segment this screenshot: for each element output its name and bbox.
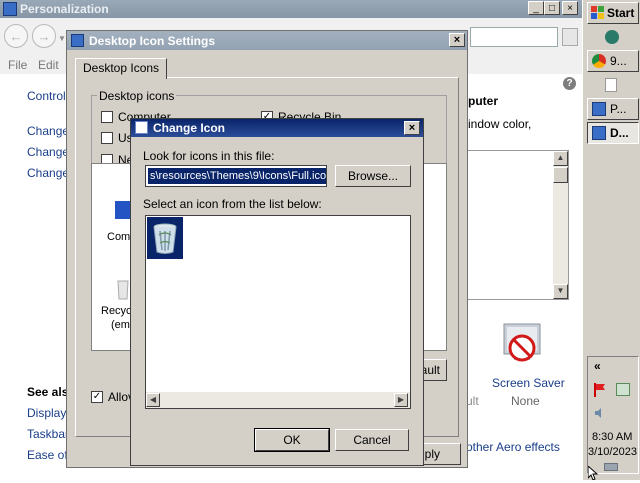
mouse-cursor-icon [587,464,600,481]
ok-button[interactable]: OK [254,428,330,452]
recycle-bin-icon [151,221,179,255]
clock-date[interactable]: 3/10/2023 [588,446,637,458]
window-app-icon [3,2,17,16]
theme-list-scrollbar[interactable]: ▲ ▼ [553,151,568,299]
change-icon-dialog: Change Icon × Look for icons in this fil… [130,118,424,466]
cancel-button[interactable]: Cancel [335,429,409,451]
icon-file-path-input[interactable]: s\resources\Themes\9\Icons\Full.ico [145,165,327,187]
scroll-left-icon[interactable]: ◀ [146,393,160,407]
taskbar-button-browser-label: 9... [610,54,627,68]
icon-list-hscrollbar[interactable]: ◀ ▶ [146,392,410,408]
start-button[interactable]: Start [587,2,639,24]
quick-launch-page-icon[interactable] [605,78,617,92]
personalization-titlebar: Personalization _ □ × [0,0,582,18]
taskbar-button-desktop-icons-label: D... [610,126,629,140]
desktop-icon-settings-titlebar: Desktop Icon Settings × [67,31,467,50]
desktop-icon-settings-title: Desktop Icon Settings [89,34,216,48]
taskbar-button-personalization[interactable]: P... [587,98,639,120]
taskbar-button-browser[interactable]: 9... [587,50,639,72]
scroll-right-icon[interactable]: ▶ [394,393,408,407]
change-icon-titlebar: Change Icon × [131,119,423,137]
minimize-button[interactable]: _ [528,1,544,15]
see-also-heading: See als [27,385,69,399]
help-icon[interactable]: ? [563,77,576,90]
action-center-flag-icon[interactable] [594,383,606,397]
change-icon-app-icon [135,121,148,134]
screen-saver-value: None [511,394,540,408]
menu-edit[interactable]: Edit [38,58,59,72]
close-button[interactable]: × [562,1,578,15]
scroll-up-icon[interactable]: ▲ [553,151,568,166]
personalization-title: Personalization [20,2,109,16]
select-icon-label: Select an icon from the list below: [143,197,322,211]
recycle-bin-icon-label: Recyc [101,305,132,317]
network-icon[interactable] [616,383,630,396]
show-desktop-icon[interactable] [604,463,618,471]
windows-logo-icon [591,6,605,20]
close-button[interactable]: × [404,121,420,135]
change-icon-title: Change Icon [153,121,226,135]
icon-list[interactable]: ◀ ▶ [145,215,411,409]
left-link-change-3[interactable]: Change [27,166,69,180]
menu-file[interactable]: File [8,58,27,72]
taskbar-button-personalization-label: P... [610,102,627,116]
user-files-checkbox[interactable] [101,132,113,144]
volume-icon[interactable] [594,407,606,419]
taskbar-button-desktop-icons[interactable]: D... [587,122,639,144]
window-icon [592,102,606,116]
allow-themes-checkbox[interactable]: ✓ [91,391,103,403]
see-also-ease-of-access[interactable]: Ease of [27,448,68,462]
maximize-button[interactable]: □ [544,1,560,15]
left-link-control[interactable]: Control [27,89,66,103]
forward-button[interactable]: → [32,24,56,48]
see-also-taskbar[interactable]: Taskbar [27,427,69,441]
back-button[interactable]: ← [4,24,28,48]
scroll-down-icon[interactable]: ▼ [553,284,568,299]
quick-launch-icon[interactable] [605,30,619,44]
left-link-change-2[interactable]: Change [27,145,69,159]
tab-desktop-icons[interactable]: Desktop Icons [75,58,168,79]
taskbar: Start 9... P... D... « 8:30 AM 3/10/2023 [582,0,640,480]
selected-icon-item[interactable] [147,217,183,259]
clock-time[interactable]: 8:30 AM [592,431,632,443]
look-for-icons-label: Look for icons in this file: [143,149,275,163]
recycle-bin-icon[interactable] [115,277,131,301]
refresh-button[interactable] [562,28,578,46]
chevron-down-icon[interactable]: ▼ [58,34,66,43]
chrome-icon [592,54,606,68]
desktop-icons-group-label: Desktop icons [97,89,177,103]
scroll-thumb[interactable] [553,167,568,183]
recycle-bin-icon-state: (em [111,319,130,331]
dialog-app-icon [71,34,84,47]
computer-icon[interactable] [115,201,131,219]
screen-saver-label[interactable]: Screen Saver [492,376,565,390]
system-tray: « 8:30 AM 3/10/2023 [587,356,639,474]
browse-button[interactable]: Browse... [335,165,411,187]
right-description: indow color, [468,117,532,131]
aero-effects-link[interactable]: other Aero effects [466,440,560,454]
tray-expand-icon[interactable]: « [594,359,601,373]
icon-file-path-value: s\resources\Themes\9\Icons\Full.ico [148,168,327,184]
left-link-change-1[interactable]: Change [27,124,69,138]
close-button[interactable]: × [449,33,465,47]
right-heading: puter [468,94,498,108]
window-icon [592,126,606,140]
computer-checkbox[interactable] [101,111,113,123]
screen-saver-icon[interactable] [500,322,544,366]
address-bar[interactable] [470,27,558,47]
start-label: Start [607,6,635,20]
see-also-display[interactable]: Display [27,406,66,420]
